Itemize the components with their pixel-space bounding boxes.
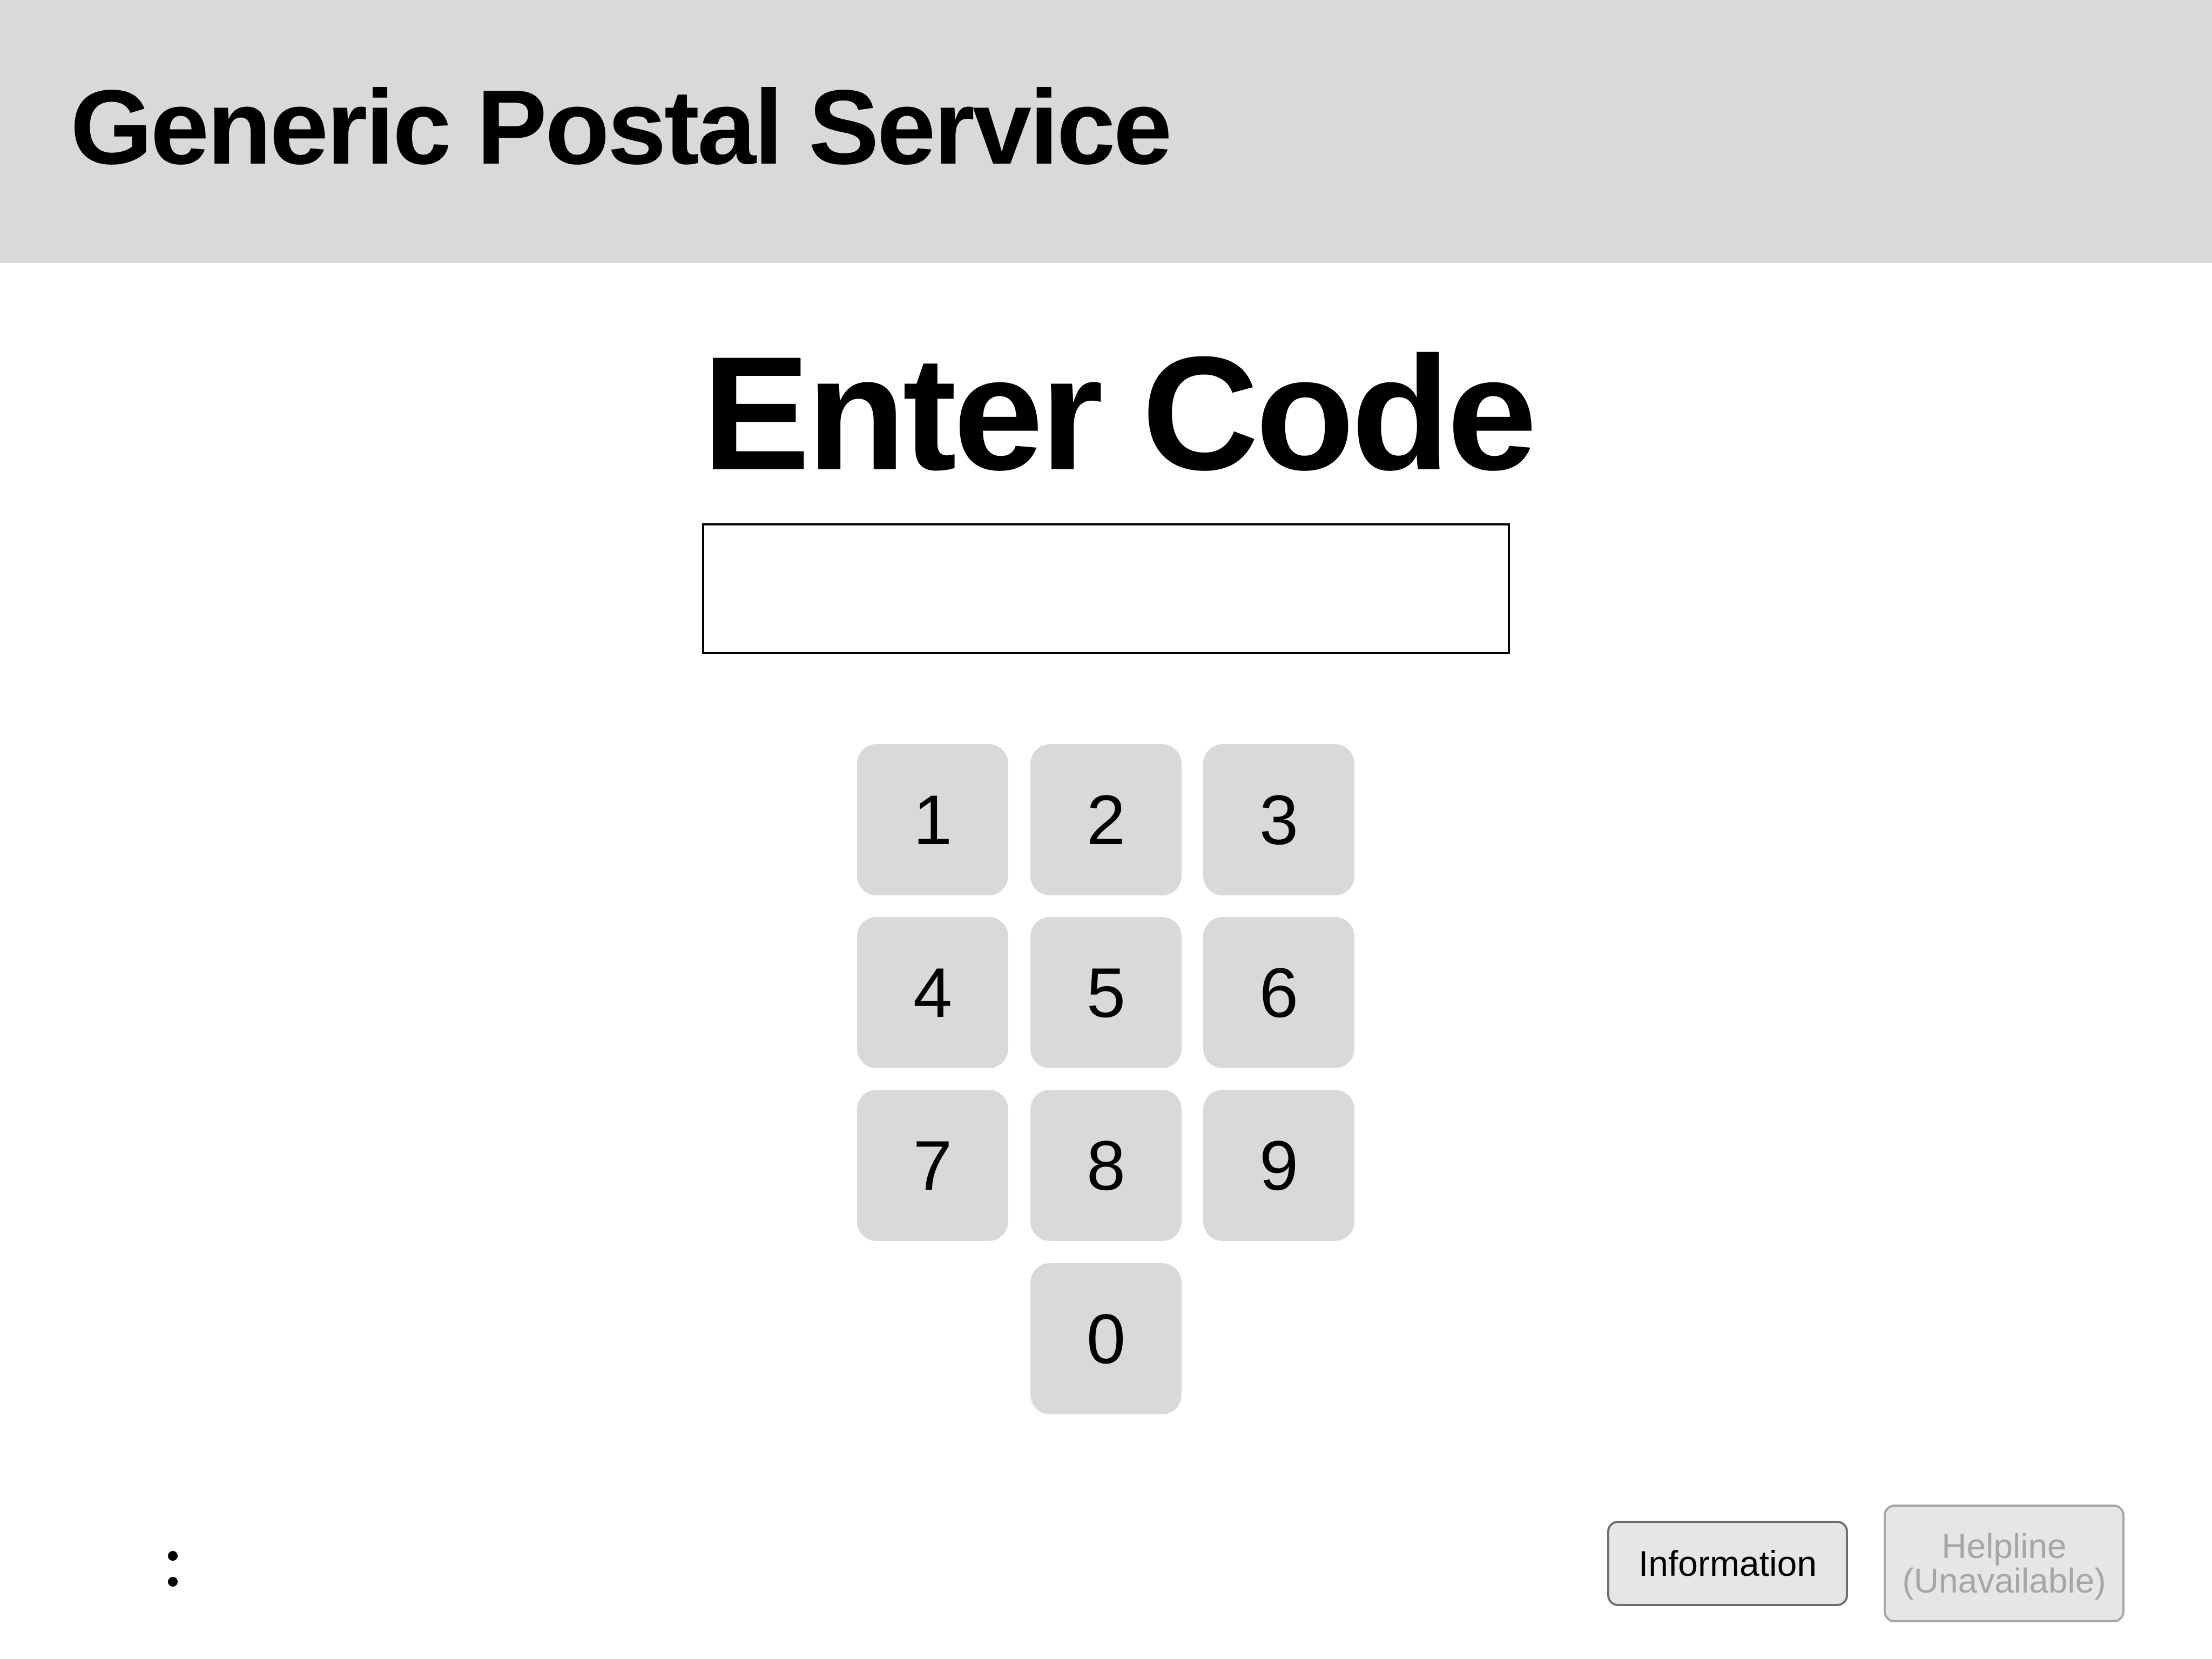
keypad-key-5[interactable]: 5	[1030, 917, 1182, 1068]
keypad-key-1[interactable]: 1	[857, 744, 1008, 895]
dot	[168, 1551, 178, 1561]
code-input[interactable]	[702, 523, 1510, 654]
keypad-key-6[interactable]: 6	[1203, 917, 1354, 1068]
app-title: Generic Postal Service	[70, 68, 1172, 186]
keypad-key-0[interactable]: 0	[1030, 1263, 1182, 1414]
keypad-key-3[interactable]: 3	[1203, 744, 1354, 895]
dot	[168, 1577, 178, 1587]
keypad-key-7[interactable]: 7	[857, 1090, 1008, 1241]
header-bar: Generic Postal Service	[0, 0, 2212, 263]
information-button[interactable]: Information	[1607, 1521, 1848, 1606]
keypad-key-2[interactable]: 2	[1030, 744, 1182, 895]
page-title: Enter Code	[702, 322, 1537, 504]
keypad-key-9[interactable]: 9	[1203, 1090, 1354, 1241]
helpline-button-disabled: Helpline (Unavailable)	[1884, 1505, 2125, 1622]
keypad-key-8[interactable]: 8	[1030, 1090, 1182, 1241]
keypad-key-4[interactable]: 4	[857, 917, 1008, 1068]
kiosk-screen: Generic Postal Service Enter Code 1 2 3 …	[0, 0, 2212, 1659]
helpline-label: Helpline	[1941, 1527, 2067, 1566]
helpline-status-label: (Unavailable)	[1902, 1561, 2106, 1600]
vertical-dots-icon[interactable]	[151, 1542, 194, 1596]
